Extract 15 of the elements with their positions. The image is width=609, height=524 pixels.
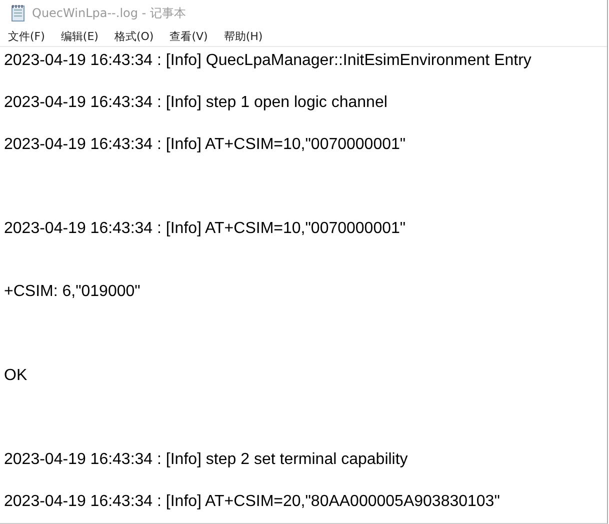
log-line: 2023-04-19 16:43:34 : [Info] QuecLpaManager::InitEsimEnvironment Entry [4,51,532,71]
log-line: 2023-04-19 16:43:34 : [Info] step 2 set terminal capability [4,450,408,470]
menu-item[interactable]: 帮助(H) [224,28,263,44]
notepad-icon [10,4,26,22]
log-line: 2023-04-19 16:43:34 : [Info] AT+CSIM=10,"0070000001" [4,219,406,239]
log-line: 2023-04-19 16:43:34 : [Info] AT+CSIM=20,"80AA000005A903830103" [4,492,500,512]
log-line: OK [4,366,28,386]
log-line: 2023-04-19 16:43:34 : [Info] AT+CSIM=10,"0070000001" [4,135,406,155]
log-line: 2023-04-19 16:43:34 : [Info] step 1 open logic channel [4,93,388,113]
menu-item[interactable]: 格式(O) [114,28,154,44]
log-line: +CSIM: 6,"019000" [4,282,140,302]
menu-item[interactable]: 文件(F) [8,28,45,44]
window-title: QuecWinLpa--.log - 记事本 [32,4,186,22]
menu-item[interactable]: 编辑(E) [60,28,98,44]
menu-item[interactable]: 查看(V) [170,28,208,44]
